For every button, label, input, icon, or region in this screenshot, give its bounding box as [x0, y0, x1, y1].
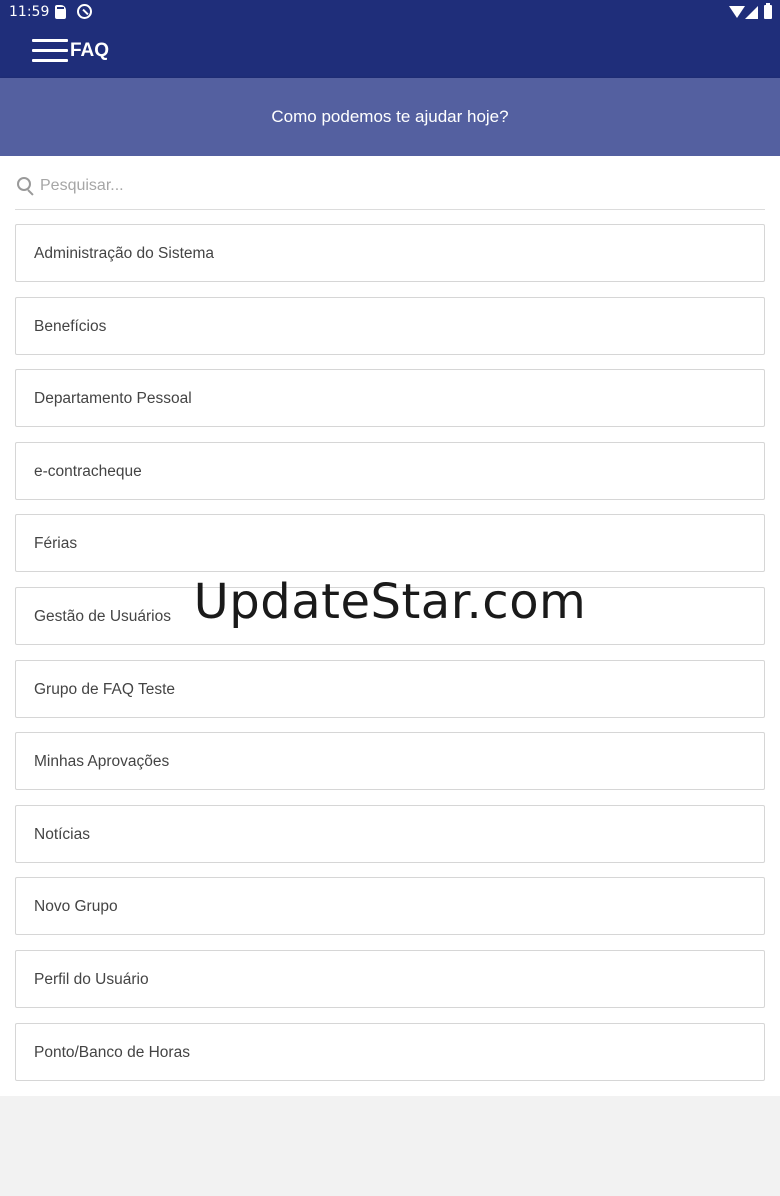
signal-icon: [745, 6, 758, 19]
category-label: e-contracheque: [34, 462, 142, 480]
faq-content: Administração do Sistema Benefícios Depa…: [0, 156, 780, 1096]
category-list: Administração do Sistema Benefícios Depa…: [15, 224, 765, 1095]
category-label: Administração do Sistema: [34, 245, 215, 262]
category-item[interactable]: Gestão de Usuários: [15, 586, 765, 645]
category-item[interactable]: Grupo de FAQ Teste: [15, 659, 765, 718]
category-label: Notícias: [34, 825, 90, 843]
search-icon: [17, 177, 34, 194]
app-bar: FAQ: [0, 26, 780, 78]
category-item[interactable]: e-contracheque: [15, 441, 765, 500]
page-title: FAQ: [70, 40, 110, 61]
category-item[interactable]: Novo Grupo: [15, 877, 765, 936]
search-bar: [15, 168, 765, 210]
category-label: Minhas Aprovações: [34, 753, 170, 771]
category-item[interactable]: Administração do Sistema: [15, 224, 765, 282]
category-label: Departamento Pessoal: [34, 390, 192, 408]
wifi-icon: [729, 6, 745, 18]
category-label: Benefícios: [34, 317, 107, 335]
help-banner: Como podemos te ajudar hoje?: [0, 78, 780, 156]
banner-text: Como podemos te ajudar hoje?: [271, 107, 509, 126]
category-item[interactable]: Férias: [15, 514, 765, 573]
sd-card-icon: [55, 5, 66, 19]
category-label: Novo Grupo: [34, 898, 118, 916]
category-label: Perfil do Usuário: [34, 970, 149, 988]
category-label: Grupo de FAQ Teste: [34, 680, 176, 698]
status-bar: 11:59: [0, 0, 780, 26]
category-item[interactable]: Perfil do Usuário: [15, 949, 765, 1008]
status-time: 11:59: [9, 4, 50, 20]
category-item[interactable]: Ponto/Banco de Horas: [15, 1022, 765, 1081]
category-label: Ponto/Banco de Horas: [34, 1043, 190, 1061]
category-item[interactable]: Minhas Aprovações: [15, 732, 765, 791]
category-label: Férias: [34, 535, 78, 553]
category-label: Gestão de Usuários: [34, 607, 171, 625]
category-item[interactable]: Notícias: [15, 804, 765, 863]
category-item[interactable]: Benefícios: [15, 296, 765, 355]
battery-icon: [764, 3, 772, 19]
category-item[interactable]: Departamento Pessoal: [15, 369, 765, 428]
search-input[interactable]: [40, 173, 740, 199]
menu-icon[interactable]: [32, 39, 68, 64]
sync-icon: [77, 4, 92, 19]
